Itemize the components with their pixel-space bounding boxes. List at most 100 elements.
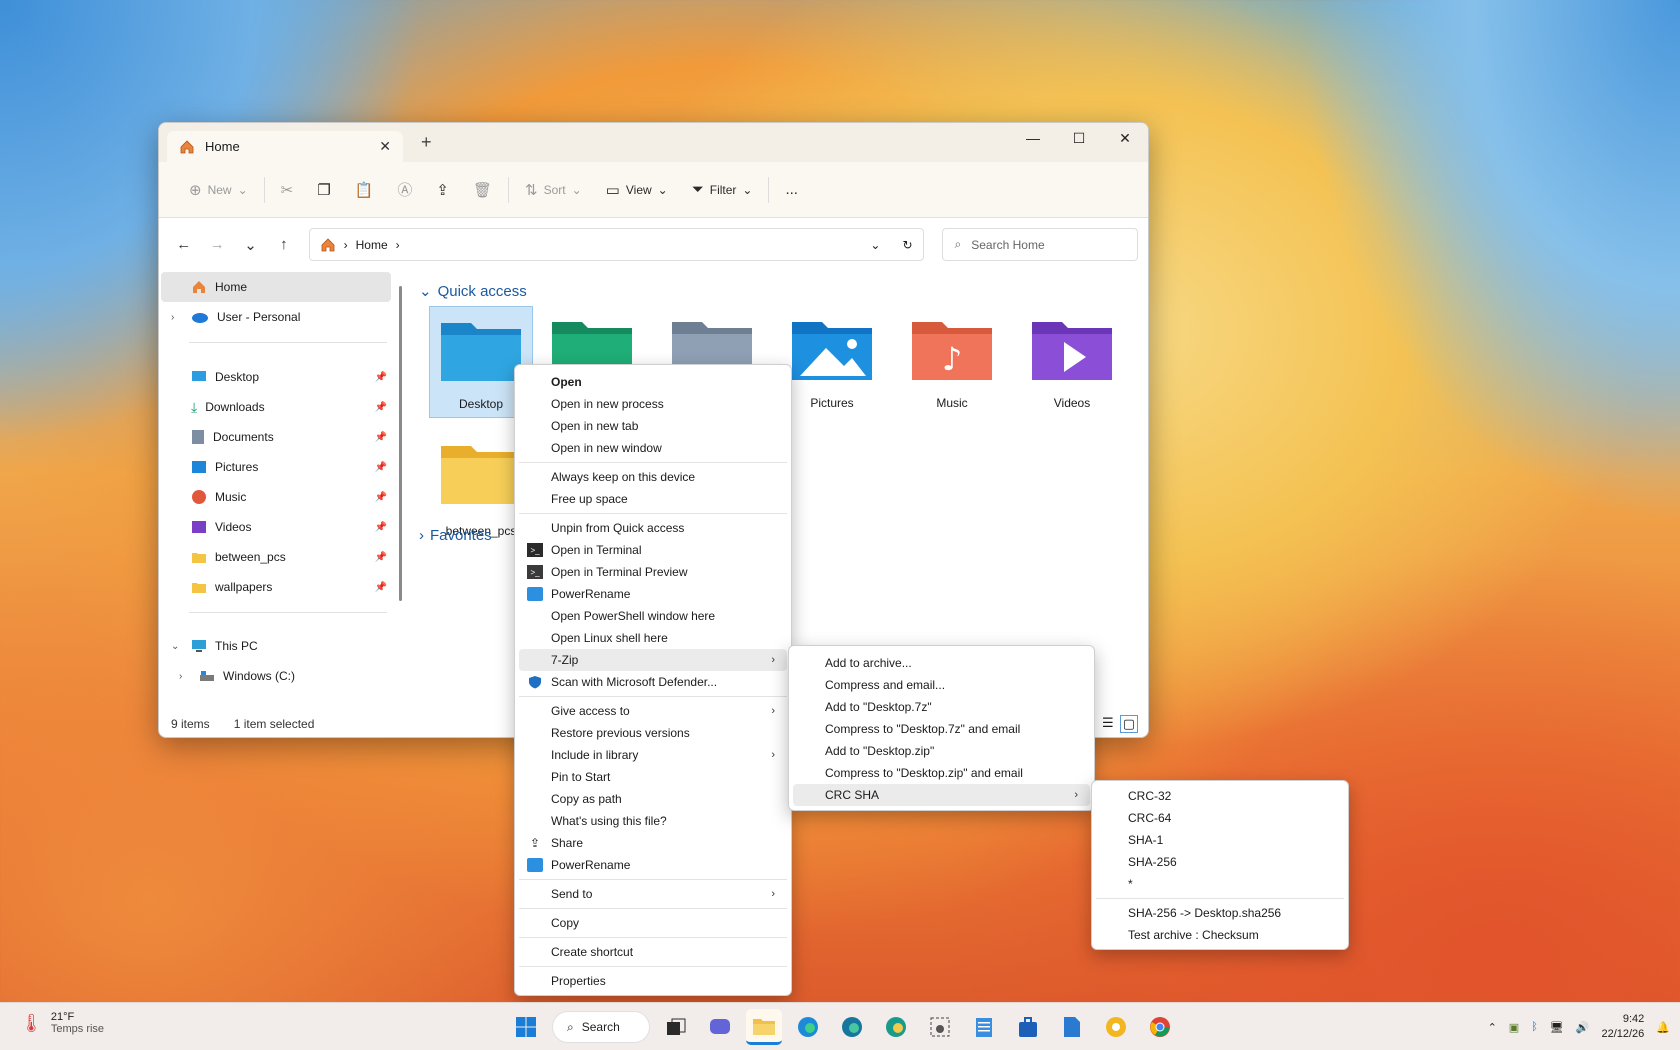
crc-item-sha256-file[interactable]: SHA-256 -> Desktop.sha256 [1096,902,1344,924]
close-tab-icon[interactable]: ✕ [379,138,391,155]
menu-item-open-new-process[interactable]: Open in new process [519,393,787,415]
sidebar-scrollbar[interactable] [399,286,402,601]
clock[interactable]: 9:42 22/12/26 [1601,1012,1644,1042]
sidebar-item-pictures[interactable]: Pictures 📌 [161,452,391,482]
task-view-button[interactable] [658,1009,694,1045]
menu-item-copy[interactable]: Copy [519,912,787,934]
sidebar-item-desktop[interactable]: Desktop 📌 [161,362,391,392]
search-box[interactable]: ⌕ Search Home [941,228,1139,261]
edge-beta-button[interactable] [834,1009,870,1045]
zip-item-add-zip[interactable]: Add to "Desktop.zip" [793,740,1090,762]
crc-item-crc32[interactable]: CRC-32 [1096,785,1344,807]
teams-chat-button[interactable] [702,1009,738,1045]
sidebar-item-documents[interactable]: Documents 📌 [161,422,391,452]
forward-button[interactable]: → [202,236,231,253]
paste-button[interactable]: 📋 [343,174,386,206]
tab-home[interactable]: Home ✕ [167,131,403,162]
menu-item-always-keep[interactable]: Always keep on this device [519,466,787,488]
sidebar-item-this-pc[interactable]: ⌄ This PC [161,631,391,661]
menu-item-powerrename[interactable]: PowerRename [519,583,787,605]
edge-canary-button[interactable] [878,1009,914,1045]
crc-item-all[interactable]: * [1096,873,1344,895]
zip-item-compress-zip-email[interactable]: Compress to "Desktop.zip" and email [793,762,1090,784]
details-view-icon[interactable]: ☰ [1102,715,1114,733]
more-options-button[interactable]: ... [773,174,810,206]
chevron-right-icon[interactable]: › [179,671,182,682]
folder-tile-videos[interactable]: Videos [1020,306,1124,418]
menu-item-properties[interactable]: Properties [519,970,787,992]
back-button[interactable]: ← [169,236,198,253]
word-button[interactable] [1054,1009,1090,1045]
address-bar[interactable]: › Home › ⌄ ↻ [308,228,924,261]
menu-item-scan-defender[interactable]: Scan with Microsoft Defender... [519,671,787,693]
folder-tile-music[interactable]: ♪ Music [900,306,1004,418]
menu-item-send-to[interactable]: Send to › [519,883,787,905]
network-icon[interactable]: 🖥 [1550,1021,1564,1034]
chrome-button[interactable] [1142,1009,1178,1045]
maximize-button[interactable]: ☐ [1056,123,1102,153]
menu-item-pin-to-start[interactable]: Pin to Start [519,766,787,788]
sidebar-item-onedrive[interactable]: › User - Personal [161,302,391,332]
menu-item-7zip[interactable]: 7-Zip › [519,649,787,671]
menu-item-restore-versions[interactable]: Restore previous versions [519,722,787,744]
folder-tile-pictures[interactable]: Pictures [780,306,884,418]
menu-item-open-linux-shell[interactable]: Open Linux shell here [519,627,787,649]
taskbar-search[interactable]: ⌕ Search [552,1011,650,1043]
menu-item-open-in-terminal-preview[interactable]: >_ Open in Terminal Preview [519,561,787,583]
refresh-icon[interactable]: ↻ [902,238,912,252]
zip-item-add-7z[interactable]: Add to "Desktop.7z" [793,696,1090,718]
file-explorer-button[interactable] [746,1009,782,1045]
start-button[interactable] [508,1009,544,1045]
recent-locations-button[interactable]: ⌄ [236,236,265,254]
tiles-view-icon[interactable]: ▢ [1119,715,1138,733]
sidebar-item-downloads[interactable]: ⤓ Downloads 📌 [161,392,391,422]
menu-item-copy-as-path[interactable]: Copy as path [519,788,787,810]
zip-item-add-to-archive[interactable]: Add to archive... [793,652,1090,674]
crc-item-sha1[interactable]: SHA-1 [1096,829,1344,851]
breadcrumb-home[interactable]: Home [356,238,388,252]
menu-item-share[interactable]: ⇪ Share [519,832,787,854]
notepad-button[interactable] [966,1009,1002,1045]
sidebar-item-music[interactable]: Music 📌 [161,482,391,512]
crc-item-sha256[interactable]: SHA-256 [1096,851,1344,873]
app-tray-icon[interactable]: ▣ [1509,1021,1519,1034]
bluetooth-icon[interactable]: ᛒ [1531,1021,1538,1033]
delete-button[interactable]: 🗑 [461,174,504,206]
menu-item-whats-using[interactable]: What's using this file? [519,810,787,832]
up-button[interactable]: ↑ [269,236,298,253]
sidebar-item-videos[interactable]: Videos 📌 [161,512,391,542]
weather-widget[interactable]: 🌡 21°F Temps rise [20,1011,104,1035]
chevron-up-icon[interactable]: ⌃ [1488,1021,1497,1034]
copy-button[interactable]: ❐ [305,174,342,206]
zip-item-compress-email[interactable]: Compress and email... [793,674,1090,696]
sidebar-item-between-pcs[interactable]: between_pcs 📌 [161,542,391,572]
menu-item-give-access[interactable]: Give access to › [519,700,787,722]
address-dropdown-icon[interactable]: ⌄ [870,238,880,252]
volume-icon[interactable]: 🔊 [1576,1021,1590,1034]
menu-item-create-shortcut[interactable]: Create shortcut [519,941,787,963]
notification-bell-icon[interactable]: 🔔 [1656,1021,1670,1034]
menu-item-open-in-terminal[interactable]: >_ Open in Terminal [519,539,787,561]
sidebar-item-drive-c[interactable]: › Windows (C:) [161,661,391,691]
new-tab-button[interactable]: + [421,132,432,153]
sidebar-item-home[interactable]: Home [161,272,391,302]
menu-item-open-new-window[interactable]: Open in new window [519,437,787,459]
menu-item-open-new-tab[interactable]: Open in new tab [519,415,787,437]
cut-button[interactable]: ✂ [269,174,306,206]
edge-button[interactable] [790,1009,826,1045]
zip-item-crc-sha[interactable]: CRC SHA › [793,784,1090,806]
menu-item-open[interactable]: Open [519,371,787,393]
zip-item-compress-7z-email[interactable]: Compress to "Desktop.7z" and email [793,718,1090,740]
view-button[interactable]: ▭ View ⌄ [594,174,680,206]
share-button[interactable]: ⇪ [424,174,461,206]
crc-item-test-checksum[interactable]: Test archive : Checksum [1096,924,1344,946]
snipping-tool-button[interactable] [922,1009,958,1045]
menu-item-powerrename-2[interactable]: PowerRename [519,854,787,876]
menu-item-unpin-quick-access[interactable]: Unpin from Quick access [519,517,787,539]
new-button[interactable]: ⊕ New ⌄ [177,174,260,206]
minimize-button[interactable]: — [1010,123,1056,153]
store-button[interactable] [1010,1009,1046,1045]
menu-item-free-up-space[interactable]: Free up space [519,488,787,510]
menu-item-include-library[interactable]: Include in library › [519,744,787,766]
filter-button[interactable]: ⏷ Filter ⌄ [680,174,765,206]
